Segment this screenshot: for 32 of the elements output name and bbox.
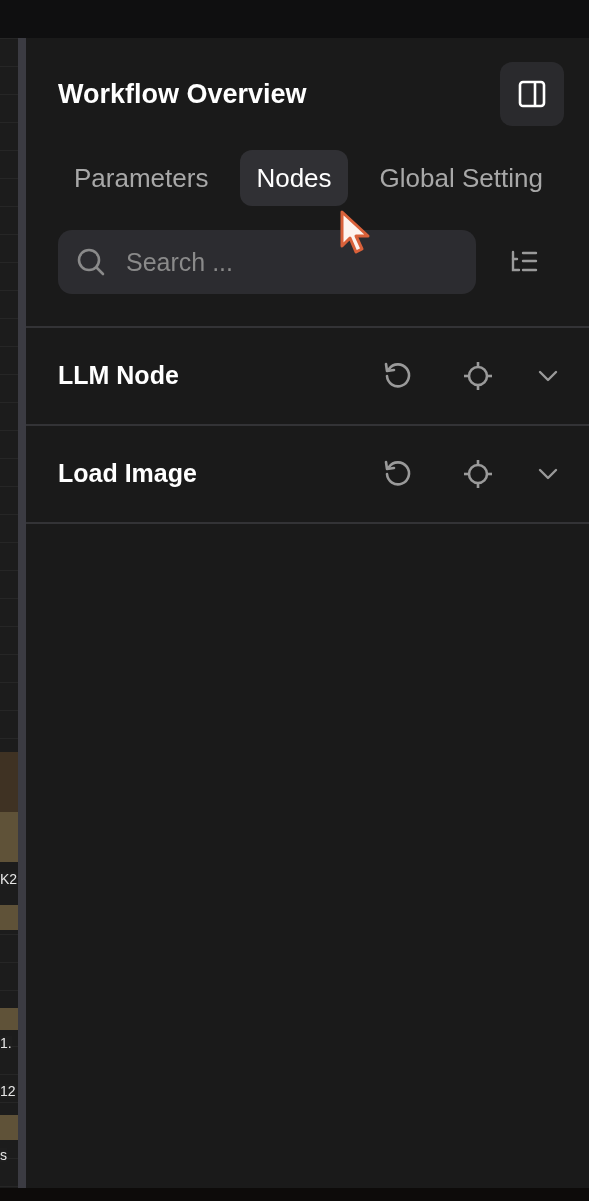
sort-button[interactable] <box>510 250 538 274</box>
node-fragment <box>0 1008 18 1030</box>
node-fragment <box>0 1115 18 1140</box>
chevron-icon <box>537 467 559 481</box>
node-name: LLM Node <box>58 360 180 392</box>
node-fragment <box>0 905 18 930</box>
canvas-text: K2 <box>0 872 18 886</box>
search-icon <box>76 247 106 277</box>
reset-icon <box>383 361 413 391</box>
tab[interactable]: Nodes <box>240 150 348 206</box>
canvas-text: 12 <box>0 1084 16 1098</box>
node-fragment <box>0 812 18 862</box>
tab[interactable]: Global Setting <box>363 150 559 206</box>
node-name: Load Image <box>58 458 198 490</box>
reset-button[interactable] <box>383 361 413 391</box>
crosshair-icon <box>463 459 493 489</box>
expand-button[interactable] <box>537 467 559 481</box>
reset-button[interactable] <box>383 459 413 489</box>
sidebar-toggle-button[interactable] <box>500 62 564 126</box>
canvas-text: 1. <box>0 1036 12 1050</box>
chevron-icon <box>537 369 559 383</box>
crosshair-icon <box>463 361 493 391</box>
panel-title: Workflow Overview <box>58 77 307 111</box>
tab[interactable]: Parameters <box>58 150 225 206</box>
locate-button[interactable] <box>463 361 493 391</box>
list-tree-icon <box>510 250 538 274</box>
locate-button[interactable] <box>463 459 493 489</box>
node-fragment <box>0 752 18 812</box>
expand-button[interactable] <box>537 369 559 383</box>
reset-icon <box>383 459 413 489</box>
sidebar-icon <box>518 80 546 108</box>
search-field[interactable]: Search ... <box>58 230 476 294</box>
